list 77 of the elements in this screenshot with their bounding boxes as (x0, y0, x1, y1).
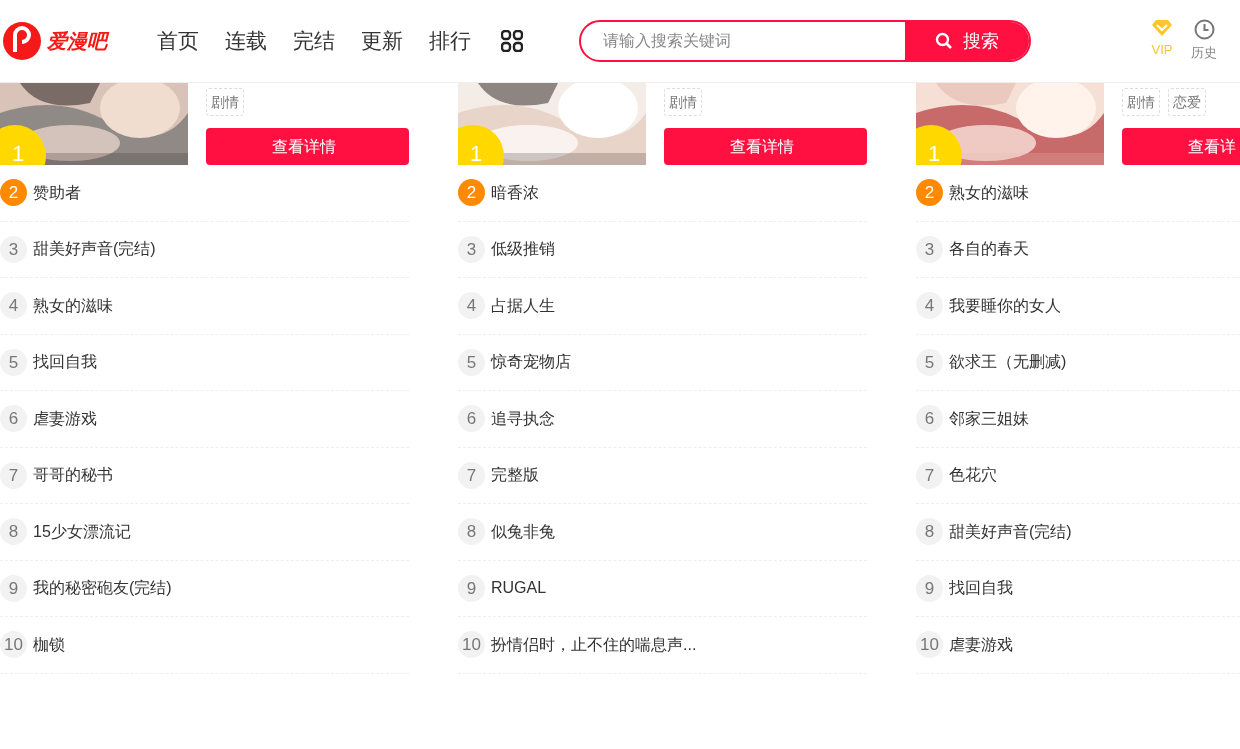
rank-badge: 6 (458, 405, 485, 433)
rank-badge: 8 (0, 518, 27, 546)
details-button[interactable]: 查看详情 (206, 128, 409, 165)
rank-number: 1 (12, 143, 25, 165)
comic-title[interactable]: 找回自我 (33, 350, 97, 375)
comic-title[interactable]: 各自的春天 (949, 237, 1029, 262)
rank-badge: 4 (458, 292, 485, 320)
history-button[interactable]: 历史 (1191, 19, 1217, 63)
comic-title[interactable]: 找回自我 (949, 576, 1013, 601)
comic-title[interactable]: 欲求王（无删减) (949, 350, 1067, 375)
rank-badge: 3 (916, 235, 943, 263)
comic-title[interactable]: 我要睡你的女人 (949, 293, 1061, 318)
rank-badge: 3 (458, 235, 485, 263)
rank-badge: 6 (0, 405, 27, 433)
comic-title[interactable]: 甜美好声音(完结) (949, 519, 1072, 544)
comic-title[interactable]: 熟女的滋味 (949, 180, 1029, 205)
comic-title[interactable]: 我的秘密砲友(完结) (33, 576, 172, 601)
nav-link[interactable]: 连载 (225, 25, 267, 57)
details-button[interactable]: 查看详情 (664, 128, 867, 165)
rank-badge: 9 (916, 574, 943, 602)
comic-title[interactable]: RUGAL (491, 576, 547, 601)
rank-badge: 5 (916, 348, 943, 376)
comic-title[interactable]: 色花穴 (949, 463, 997, 488)
comic-title[interactable]: 追寻执念 (491, 406, 555, 431)
genre-tag[interactable]: 恋爱 (1168, 88, 1206, 116)
comic-title[interactable]: 惊奇宠物店 (491, 350, 571, 375)
details-button[interactable]: 查看详 (1122, 128, 1240, 165)
comic-title[interactable]: 似兔非兔 (491, 519, 555, 544)
nav-link[interactable]: 排行 (429, 25, 471, 57)
comic-title[interactable]: 15少女漂流记 (33, 519, 131, 544)
diamond-icon (1151, 19, 1173, 38)
comic-title[interactable]: 完整版 (491, 463, 539, 488)
search-button[interactable]: 搜索 (905, 22, 1029, 60)
comic-title[interactable]: 哥哥的秘书 (33, 463, 113, 488)
rank-badge: 9 (458, 574, 485, 602)
rank-badge: 5 (458, 348, 485, 376)
clock-icon (1193, 19, 1215, 41)
rank-number: 1 (470, 143, 483, 165)
search-field[interactable]: 请输入搜索关键词 搜索 (579, 20, 1031, 62)
rank-badge: 4 (916, 292, 943, 320)
rank-badge: 10 (916, 631, 943, 659)
genre-tag[interactable]: 剧情 (664, 88, 702, 116)
search-icon (935, 32, 953, 50)
rank-badge: 8 (458, 518, 485, 546)
rank-badge: 7 (916, 461, 943, 489)
rank-badge: 2 (458, 179, 485, 207)
rank-badge: 4 (0, 292, 27, 320)
rank-badge: 6 (916, 405, 943, 433)
genre-tag[interactable]: 剧情 (206, 88, 244, 116)
grid-icon[interactable] (501, 30, 523, 52)
rank-number: 1 (928, 143, 941, 165)
nav-link[interactable]: 更新 (361, 25, 403, 57)
comic-title[interactable]: 虐妻游戏 (33, 406, 97, 431)
genre-tag[interactable]: 剧情 (1122, 88, 1160, 116)
nav-link[interactable]: 完结 (293, 25, 335, 57)
nav-link[interactable]: 首页 (157, 25, 199, 57)
comic-title[interactable]: 虐妻游戏 (949, 632, 1013, 657)
rank-badge: 9 (0, 574, 27, 602)
rank-badge: 5 (0, 348, 27, 376)
rank-badge: 3 (0, 235, 27, 263)
comic-title[interactable]: 甜美好声音(完结) (33, 237, 156, 262)
comic-title[interactable]: 低级推销 (491, 237, 555, 262)
comic-title[interactable]: 邻家三姐妹 (949, 406, 1029, 431)
comic-title[interactable]: 暗香浓 (491, 180, 539, 205)
rank-badge: 7 (0, 461, 27, 489)
logo-icon (3, 22, 41, 60)
comic-title[interactable]: 熟女的滋味 (33, 293, 113, 318)
comic-title[interactable]: 扮情侣时，止不住的喘息声... (491, 632, 697, 657)
rank-badge: 2 (916, 179, 943, 207)
rank-badge: 7 (458, 461, 485, 489)
comic-title[interactable]: 赞助者 (33, 180, 81, 205)
comic-title[interactable]: 枷锁 (33, 632, 65, 657)
rank-badge: 10 (458, 631, 485, 659)
rank-badge: 2 (0, 179, 27, 207)
comic-title[interactable]: 占据人生 (491, 293, 555, 318)
rank-badge: 8 (916, 518, 943, 546)
rank-badge: 10 (0, 631, 27, 659)
